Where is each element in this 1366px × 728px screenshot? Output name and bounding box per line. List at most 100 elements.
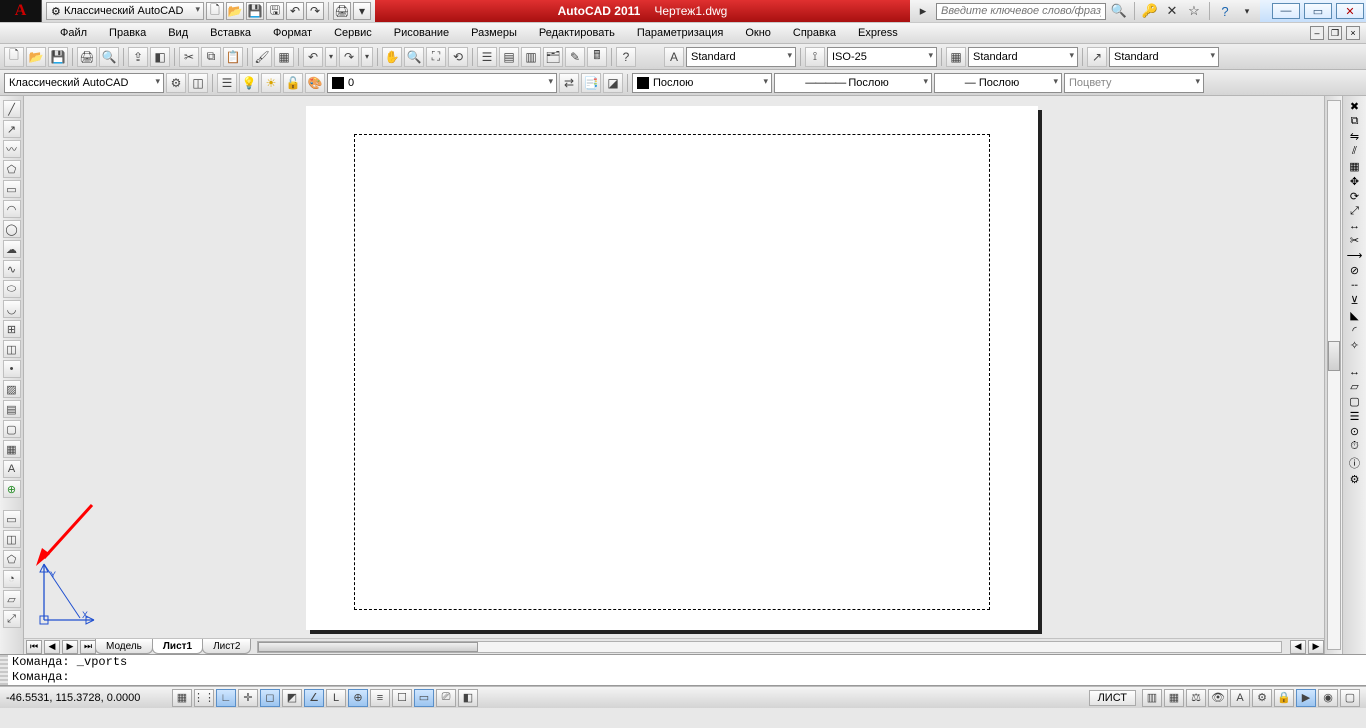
- menu-file[interactable]: Файл: [50, 25, 97, 41]
- addselected-icon[interactable]: ⊕: [3, 480, 21, 498]
- plot-icon[interactable]: 🖨: [77, 47, 97, 67]
- otrack-icon[interactable]: ∠: [304, 689, 324, 707]
- v-scrollbar[interactable]: [1327, 100, 1341, 650]
- qp-icon[interactable]: ▭: [414, 689, 434, 707]
- mleaderstyle-combo[interactable]: Standard: [1109, 47, 1219, 67]
- grid-icon[interactable]: ⋮⋮: [194, 689, 214, 707]
- menu-draw[interactable]: Рисование: [384, 25, 459, 41]
- qat-saveas-icon[interactable]: 🖫: [266, 2, 284, 20]
- new-icon[interactable]: 🗋: [4, 47, 24, 67]
- erase-icon[interactable]: ✖: [1350, 100, 1359, 113]
- extend-icon[interactable]: ⟶: [1347, 249, 1363, 262]
- layer-properties-icon[interactable]: ☰: [217, 73, 237, 93]
- vports-1-icon[interactable]: ▭: [3, 510, 21, 528]
- ellipsearc-icon[interactable]: ◡: [3, 300, 21, 318]
- annoauto-icon[interactable]: A: [1230, 689, 1250, 707]
- plotstyle-combo[interactable]: Поцвету: [1064, 73, 1204, 93]
- clean-screen-icon[interactable]: ▢: [1340, 689, 1360, 707]
- matchprop-icon[interactable]: 🖌: [252, 47, 272, 67]
- cut-icon[interactable]: ✂: [179, 47, 199, 67]
- workspace-selector[interactable]: ⚙ Классический AutoCAD: [46, 2, 204, 20]
- plot-preview-icon[interactable]: 🔍: [99, 47, 119, 67]
- gradient-icon[interactable]: ▤: [3, 400, 21, 418]
- rectangle-icon[interactable]: ▭: [3, 180, 21, 198]
- undo-dropdown-icon[interactable]: ▾: [325, 47, 337, 67]
- table-icon[interactable]: ▦: [3, 440, 21, 458]
- circle-icon[interactable]: ◯: [3, 220, 21, 238]
- xline-icon[interactable]: ↗: [3, 120, 21, 138]
- layer-color-icon[interactable]: 🎨: [305, 73, 325, 93]
- menu-edit[interactable]: Правка: [99, 25, 156, 41]
- pan-icon[interactable]: ✋: [382, 47, 402, 67]
- spline-icon[interactable]: ∿: [3, 260, 21, 278]
- quickcalc-icon[interactable]: 🖩: [587, 47, 607, 67]
- help-icon[interactable]: ?: [616, 47, 636, 67]
- h-scrollbar-thumb[interactable]: [258, 642, 478, 652]
- break-icon[interactable]: ╌: [1351, 279, 1358, 292]
- vports-scale-icon[interactable]: ⤢: [3, 610, 21, 628]
- exchange-icon[interactable]: ✕: [1163, 2, 1181, 20]
- help-dropdown-icon[interactable]: ▾: [1238, 2, 1256, 20]
- id-icon[interactable]: ⊙: [1350, 425, 1359, 438]
- break-point-icon[interactable]: ⊘: [1350, 264, 1359, 277]
- redo-dropdown-icon[interactable]: ▾: [361, 47, 373, 67]
- copy2-icon[interactable]: ⧉: [1351, 115, 1359, 128]
- close-button[interactable]: ✕: [1336, 3, 1364, 19]
- workspace-combo[interactable]: Классический AutoCAD: [4, 73, 164, 93]
- menu-tools[interactable]: Сервис: [324, 25, 382, 41]
- help-icon[interactable]: ?: [1216, 2, 1234, 20]
- menu-dimension[interactable]: Размеры: [461, 25, 527, 41]
- revcloud-icon[interactable]: ☁: [3, 240, 21, 258]
- zoom-window-icon[interactable]: ⛶: [426, 47, 446, 67]
- layer-state-icon[interactable]: 📑: [581, 73, 601, 93]
- hardware-accel-icon[interactable]: ▶: [1296, 689, 1316, 707]
- dist-icon[interactable]: ↔: [1349, 366, 1360, 378]
- menu-window[interactable]: Окно: [735, 25, 781, 41]
- vports-poly-icon[interactable]: ⬠: [3, 550, 21, 568]
- qat-open-icon[interactable]: 📂: [226, 2, 244, 20]
- trim-icon[interactable]: ✂: [1350, 234, 1359, 247]
- scroll-left-icon[interactable]: ◀: [1290, 640, 1306, 654]
- tab-sheet2[interactable]: Лист2: [202, 639, 251, 654]
- layer-freeze-icon[interactable]: ☀: [261, 73, 281, 93]
- mdi-close-button[interactable]: ×: [1346, 26, 1360, 40]
- annoscale-icon[interactable]: ⚖: [1186, 689, 1206, 707]
- binoculars-icon[interactable]: 🔍: [1110, 2, 1128, 20]
- status-icon[interactable]: ⓘ: [1349, 455, 1360, 471]
- qat-new-icon[interactable]: 🗋: [206, 2, 224, 20]
- insert-icon[interactable]: ⊞: [3, 320, 21, 338]
- infocenter-arrow-icon[interactable]: ▸: [914, 2, 932, 20]
- array-icon[interactable]: ▦: [1349, 160, 1359, 173]
- maximize-button[interactable]: ▭: [1304, 3, 1332, 19]
- lwt-icon[interactable]: ≡: [370, 689, 390, 707]
- ortho-icon[interactable]: ∟: [216, 689, 236, 707]
- qat-undo-icon[interactable]: ↶: [286, 2, 304, 20]
- menu-parametric[interactable]: Параметризация: [627, 25, 733, 41]
- move-icon[interactable]: ✥: [1350, 175, 1359, 188]
- paper-space[interactable]: Y X: [24, 96, 1324, 638]
- open-icon[interactable]: 📂: [26, 47, 46, 67]
- tab-next-icon[interactable]: ▶: [62, 640, 78, 654]
- 3dosnap-icon[interactable]: ◩: [282, 689, 302, 707]
- mdi-minimize-button[interactable]: –: [1310, 26, 1324, 40]
- menu-view[interactable]: Вид: [158, 25, 198, 41]
- menu-format[interactable]: Формат: [263, 25, 322, 41]
- mleaderstyle-icon[interactable]: ↗: [1087, 47, 1107, 67]
- setvar-icon[interactable]: ⚙: [1350, 473, 1360, 486]
- redo-icon[interactable]: ↷: [339, 47, 359, 67]
- tab-last-icon[interactable]: ⏭: [80, 640, 96, 654]
- textstyle-icon[interactable]: A: [664, 47, 684, 67]
- toolpalettes-icon[interactable]: ▥: [521, 47, 541, 67]
- save-icon[interactable]: 💾: [48, 47, 68, 67]
- h-scrollbar[interactable]: [257, 641, 1282, 653]
- color-combo[interactable]: Послою: [632, 73, 772, 93]
- area-icon[interactable]: ▱: [1350, 380, 1358, 393]
- tab-model[interactable]: Модель: [95, 639, 153, 654]
- designcenter-icon[interactable]: ▤: [499, 47, 519, 67]
- quickview-layouts-icon[interactable]: ▥: [1142, 689, 1162, 707]
- subscription-icon[interactable]: 🔑: [1141, 2, 1159, 20]
- v-scrollbar-thumb[interactable]: [1328, 341, 1340, 371]
- dimstyle-icon[interactable]: ⟟: [805, 47, 825, 67]
- layer-lock-icon[interactable]: 🔓: [283, 73, 303, 93]
- region-icon[interactable]: ▢: [3, 420, 21, 438]
